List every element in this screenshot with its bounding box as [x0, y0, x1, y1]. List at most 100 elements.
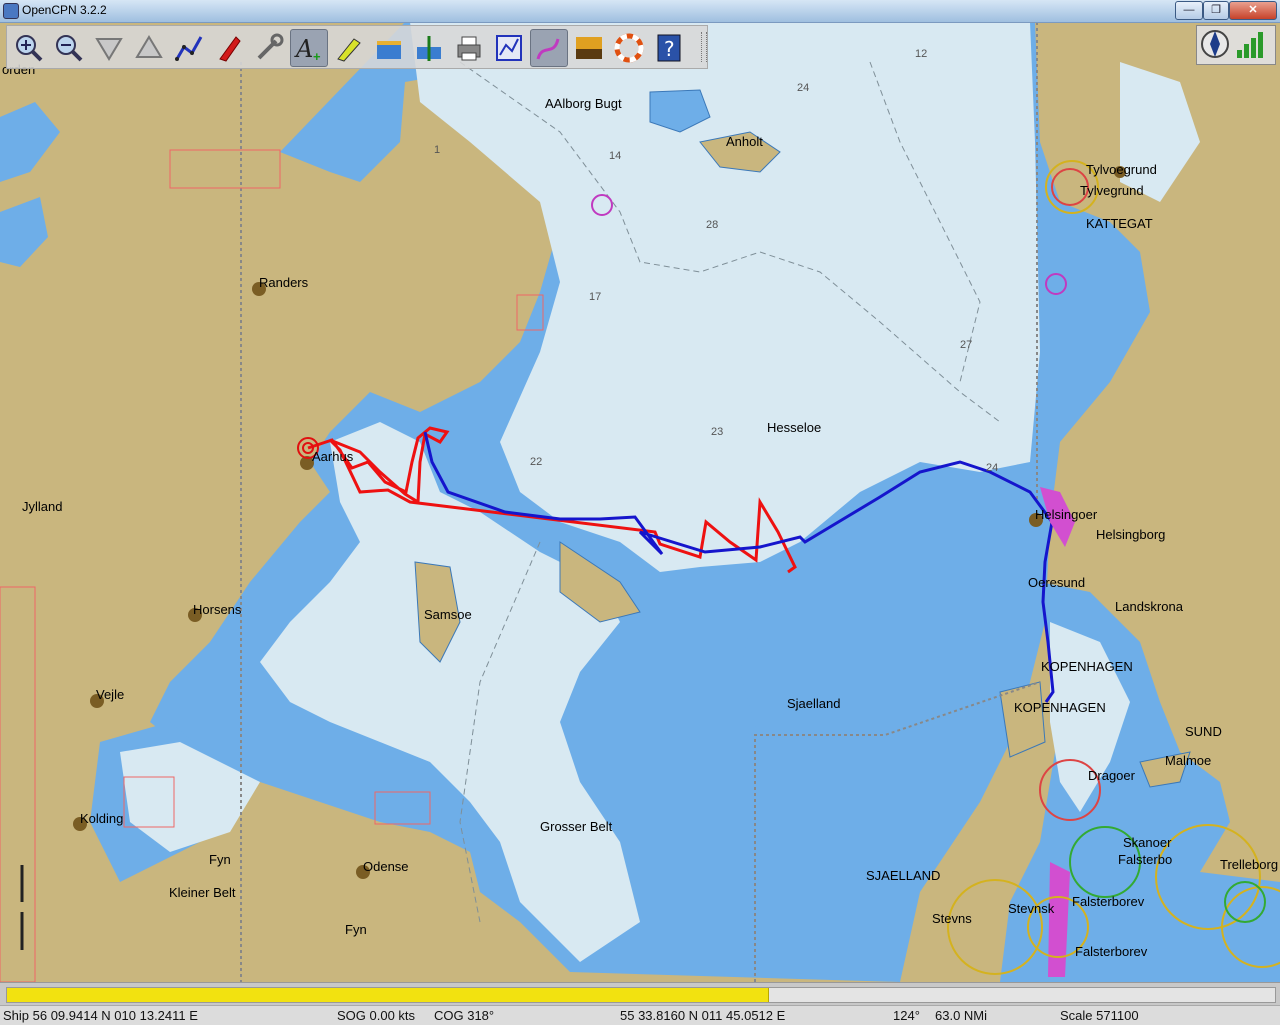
place-label: Anholt: [726, 134, 763, 149]
compass-widget[interactable]: [1196, 25, 1276, 65]
depth-label: 27: [960, 339, 973, 351]
place-label: Tylvoegrund: [1086, 162, 1157, 177]
route-manager-icon: [496, 35, 522, 61]
color-scheme-button[interactable]: [570, 29, 608, 67]
place-label: Helsingborg: [1096, 527, 1166, 542]
print-button[interactable]: [450, 29, 488, 67]
depth-label: 28: [706, 219, 719, 231]
place-label: Samsoe: [424, 607, 472, 622]
place-label: Jylland: [22, 499, 63, 514]
help-button[interactable]: ?: [650, 29, 688, 67]
place-label: Skanoer: [1123, 835, 1172, 850]
place-label: Oeresund: [1028, 575, 1086, 590]
gps-icon: [417, 36, 441, 61]
scale-out-icon: [135, 35, 163, 58]
help-icon: ?: [657, 34, 681, 62]
depth-label: 22: [530, 456, 543, 468]
depth-label: 23: [711, 426, 724, 438]
depth-label: 1: [434, 144, 441, 156]
place-label: Landskrona: [1115, 599, 1183, 614]
svg-text:A: A: [294, 35, 313, 63]
place-label: Trelleborg: [1220, 857, 1279, 872]
north-arrow-icon: [1201, 30, 1263, 58]
sog-readout: SOG 0.00 kts: [337, 1008, 416, 1023]
place-label: Aarhus: [312, 449, 354, 464]
track-icon: [536, 38, 560, 60]
place-label: Helsingoer: [1035, 507, 1098, 522]
toolbar-grip[interactable]: [701, 32, 707, 62]
zoom-in-button[interactable]: [10, 29, 48, 67]
zoom-in-icon: [16, 35, 43, 62]
gps-button[interactable]: [410, 29, 448, 67]
place-label: SUND: [1185, 724, 1222, 739]
place-label: Dragoer: [1088, 768, 1135, 783]
place-label: Odense: [363, 859, 409, 874]
cog-readout: COG 318°: [434, 1008, 495, 1023]
place-label: Fyn: [209, 852, 231, 867]
progress-fill: [7, 988, 769, 1002]
depth-label: 17: [589, 291, 602, 303]
text-icon: A +: [294, 35, 321, 63]
print-icon: [457, 36, 481, 61]
scale-in-button[interactable]: [90, 29, 128, 67]
scale-out-button[interactable]: [130, 29, 168, 67]
route-button[interactable]: [170, 29, 208, 67]
maximize-button[interactable]: ❐: [1203, 1, 1229, 20]
place-label: KATTEGAT: [1086, 216, 1153, 231]
place-label: Fyn: [345, 922, 367, 937]
place-label: Horsens: [193, 602, 242, 617]
svg-text:?: ?: [664, 37, 675, 61]
tide-icon: [377, 41, 401, 59]
current-button[interactable]: [330, 29, 368, 67]
follow-ship-button[interactable]: [210, 29, 248, 67]
cursor-position: 55 33.8160 N 011 45.0512 E: [620, 1008, 786, 1023]
depth-label: 24: [986, 462, 999, 474]
settings-button[interactable]: [250, 29, 288, 67]
minimize-button[interactable]: —: [1175, 1, 1203, 20]
app-icon: [3, 3, 19, 19]
mob-button[interactable]: [610, 29, 648, 67]
depth-label: 14: [609, 150, 622, 162]
place-label: KOPENHAGEN: [1014, 700, 1106, 715]
scale-readout: Scale 571100: [1060, 1008, 1139, 1023]
place-label: Tylvegrund: [1080, 183, 1144, 198]
progress-area: [0, 982, 1280, 1005]
place-label: Kleiner Belt: [169, 885, 236, 900]
place-label: AAlborg Bugt: [545, 96, 622, 111]
svg-text:+: +: [313, 49, 321, 63]
zoom-out-icon: [56, 35, 83, 62]
ship-position: Ship 56 09.9414 N 010 13.2411 E: [3, 1008, 198, 1023]
scale-in-icon: [95, 38, 123, 61]
zoom-out-button[interactable]: [50, 29, 88, 67]
window-title: OpenCPN 3.2.2: [22, 3, 107, 17]
text-button[interactable]: A +: [290, 29, 328, 67]
track-button[interactable]: [530, 29, 568, 67]
place-label: Vejle: [96, 687, 125, 702]
color-scheme-icon: [576, 37, 602, 59]
place-label: Stevnsk: [1008, 901, 1055, 916]
place-label: Falsterborev: [1072, 894, 1145, 909]
place-label: Falsterborev: [1075, 944, 1148, 959]
route-icon: [175, 36, 203, 61]
place-label: SJAELLAND: [866, 868, 941, 883]
close-button[interactable]: ✕: [1229, 1, 1277, 20]
main-toolbar: A + ?: [6, 25, 708, 69]
chart-canvas[interactable]: orden AAlborg Bugt Anholt Tylvoegrund Ty…: [0, 22, 1280, 983]
current-icon: [337, 38, 361, 62]
follow-ship-icon: [219, 36, 241, 62]
route-manager-button[interactable]: [490, 29, 528, 67]
place-label: Stevns: [932, 911, 972, 926]
place-label: Hesseloe: [767, 420, 822, 435]
tide-button[interactable]: [370, 29, 408, 67]
place-label: Randers: [259, 275, 309, 290]
progress-bar: [6, 987, 1276, 1003]
place-label: Kolding: [80, 811, 124, 826]
mob-icon: [614, 33, 644, 63]
place-label: Malmoe: [1165, 753, 1212, 768]
depth-label: 24: [797, 82, 810, 94]
place-label: Falsterbo: [1118, 852, 1173, 867]
bearing-readout: 124°: [893, 1008, 920, 1023]
place-label: Sjaelland: [787, 696, 841, 711]
title-bar: OpenCPN 3.2.2 — ❐ ✕: [0, 0, 1280, 23]
status-bar: Ship 56 09.9414 N 010 13.2411 E SOG 0.00…: [0, 1005, 1280, 1025]
